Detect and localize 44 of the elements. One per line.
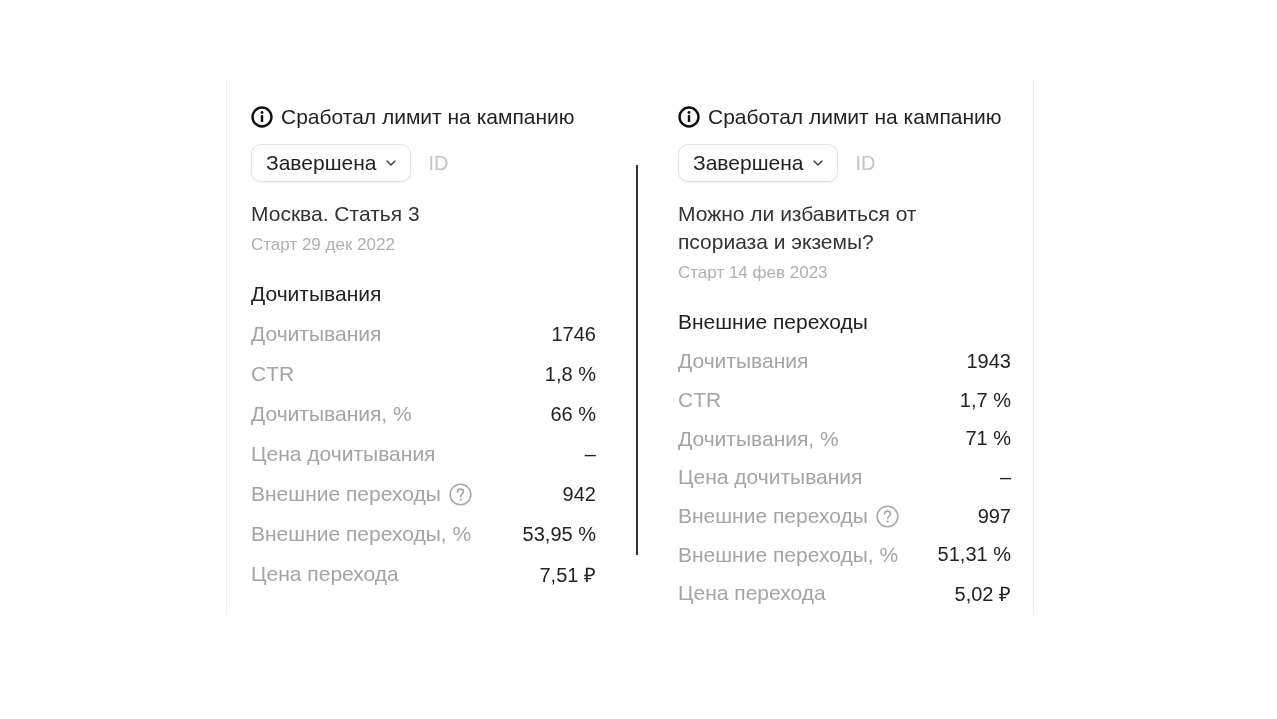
- info-icon: [251, 106, 273, 128]
- id-label: ID: [428, 151, 449, 175]
- metric-label: Внешние переходы: [678, 504, 868, 529]
- limit-notice: Сработал лимит на кампанию: [708, 106, 1002, 128]
- metric-value: –: [584, 442, 596, 466]
- metric-label: CTR: [251, 362, 295, 386]
- metric-label: Цена дочитывания: [678, 465, 863, 490]
- section-heading: Дочитывания: [251, 281, 383, 307]
- metric-value: 5,02 ₽: [954, 581, 1011, 607]
- metric-value: 1746: [551, 322, 596, 346]
- status-dropdown[interactable]: Завершена: [678, 144, 839, 182]
- campaign-title: Можно ли избавиться от псориаза и экземы?: [678, 201, 918, 255]
- metric-value: 1943: [966, 349, 1011, 373]
- chevron-icon: [813, 160, 824, 166]
- section-heading: Внешние переходы: [678, 309, 869, 335]
- metric-label: Дочитывания, %: [251, 402, 412, 426]
- metric-value: 7,51 ₽: [539, 562, 596, 588]
- status-dropdown[interactable]: Завершена: [251, 144, 412, 182]
- metric-label: Дочитывания, %: [678, 426, 839, 451]
- metric-label: Внешние переходы: [251, 482, 441, 506]
- limit-notice: Сработал лимит на кампанию: [281, 106, 575, 128]
- metric-value: 66 %: [550, 402, 596, 426]
- start-date: Старт 14 фев 2023: [678, 263, 829, 283]
- info-icon: [678, 106, 700, 128]
- metric-label: Дочитывания: [678, 349, 809, 374]
- metric-value: –: [999, 465, 1011, 489]
- metric-value: 1,7 %: [959, 388, 1011, 412]
- metric-label: Цена перехода: [251, 562, 399, 586]
- metric-label: Цена перехода: [678, 581, 826, 606]
- metric-value: 53,95 %: [522, 522, 596, 546]
- metric-value: 942: [562, 482, 596, 506]
- metric-label: CTR: [678, 388, 722, 413]
- metric-label: Внешние переходы, %: [678, 542, 899, 567]
- metric-value: 51,31 %: [937, 543, 1011, 567]
- metric-label: Внешние переходы, %: [251, 522, 472, 546]
- metric-value: 71 %: [965, 427, 1011, 451]
- metric-label: Цена дочитывания: [251, 442, 436, 466]
- start-date: Старт 29 дек 2022: [251, 235, 396, 255]
- chevron-icon: [386, 160, 397, 166]
- metric-value: 997: [977, 504, 1011, 528]
- metric-label: Дочитывания: [251, 322, 382, 346]
- campaign-title: Москва. Статья 3: [251, 201, 421, 227]
- metric-value: 1,8 %: [544, 362, 596, 386]
- id-label: ID: [855, 151, 876, 175]
